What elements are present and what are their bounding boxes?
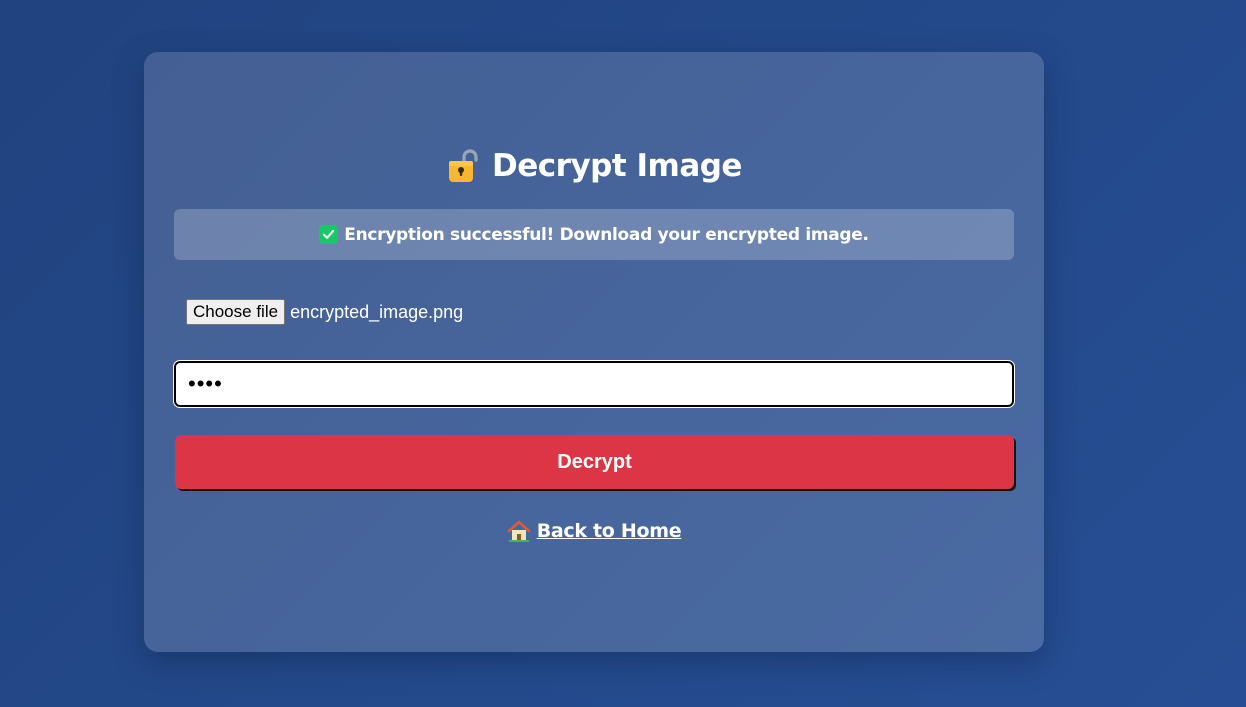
page-title: Decrypt Image xyxy=(492,148,742,184)
unlocked-padlock-icon xyxy=(446,148,480,184)
page-header: Decrypt Image xyxy=(144,146,1044,186)
back-to-home-label: Back to Home xyxy=(536,520,682,542)
choose-file-button[interactable]: Choose file xyxy=(186,299,286,325)
selected-file-name: encrypted_image.png xyxy=(290,301,464,322)
home-link-container: Back to Home xyxy=(144,520,1044,547)
password-input[interactable] xyxy=(173,360,1015,408)
decrypt-card: Decrypt Image Encryption successful! Dow… xyxy=(144,52,1044,652)
alert-message: Encryption successful! Download your enc… xyxy=(344,224,869,245)
file-input[interactable]: Choose file encrypted_image.png xyxy=(186,299,463,325)
house-icon xyxy=(507,520,531,542)
back-to-home-link[interactable]: Back to Home xyxy=(507,520,682,542)
check-mark-icon xyxy=(319,225,339,244)
decrypt-button[interactable]: Decrypt xyxy=(175,435,1014,489)
success-alert: Encryption successful! Download your enc… xyxy=(174,209,1014,260)
